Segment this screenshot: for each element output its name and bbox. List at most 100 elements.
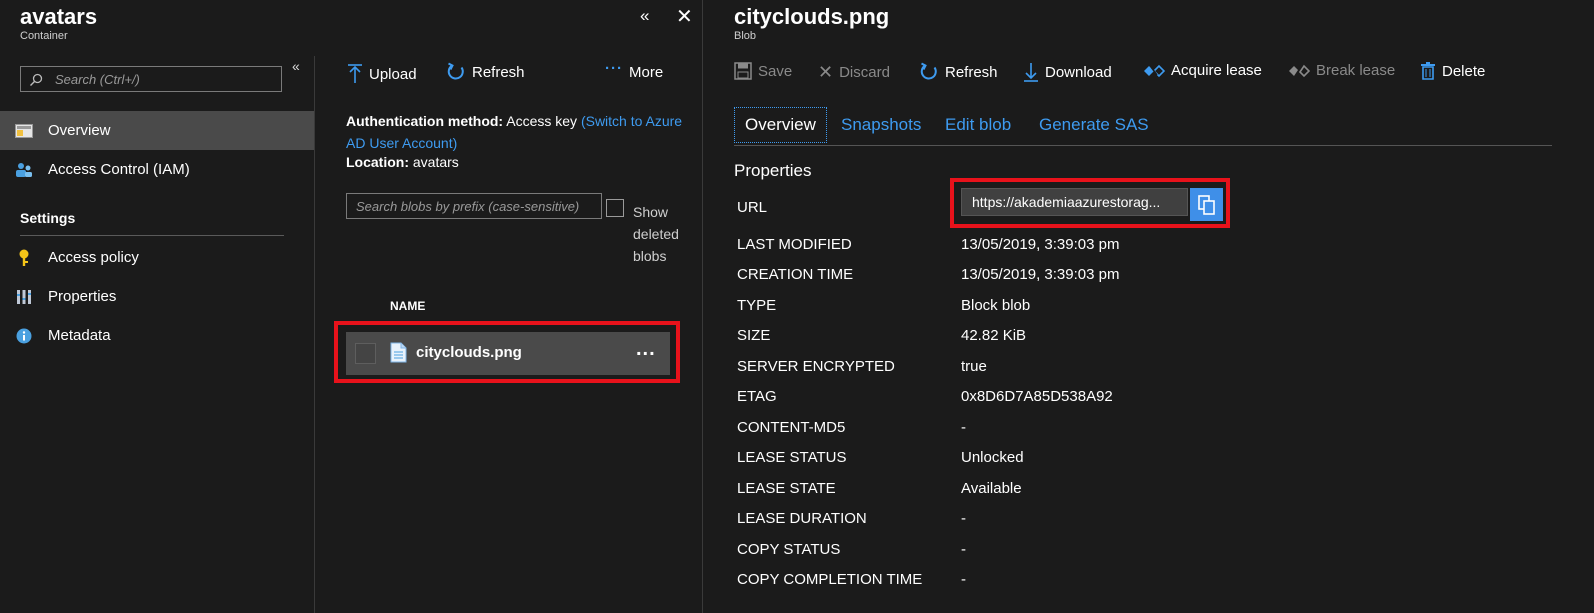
- highlight-box: [334, 321, 680, 383]
- property-value: Available: [961, 480, 1022, 497]
- refresh-label: Refresh: [945, 63, 998, 81]
- property-value: Block blob: [961, 297, 1031, 314]
- blob-tabs: Overview Snapshots Edit blob Generate SA…: [734, 107, 1552, 146]
- info-icon: [0, 328, 48, 344]
- key-icon: [0, 249, 48, 267]
- nav-item-metadata[interactable]: Metadata: [0, 316, 314, 355]
- nav-item-access-policy[interactable]: Access policy: [0, 238, 314, 277]
- highlight-box: [950, 178, 1230, 228]
- property-value: Unlocked: [961, 449, 1024, 466]
- show-deleted-label: Show deleted blobs: [633, 204, 679, 264]
- break-lease-label: Break lease: [1316, 62, 1396, 79]
- save-label: Save: [758, 62, 793, 80]
- download-icon: [1024, 63, 1038, 82]
- upload-icon: [348, 64, 362, 83]
- property-label: SERVER ENCRYPTED: [737, 358, 895, 375]
- discard-icon: ✕: [818, 62, 834, 82]
- acquire-lease-label: Acquire lease: [1171, 62, 1262, 79]
- property-value: 42.82 KiB: [961, 327, 1027, 344]
- nav-item-access-control[interactable]: Access Control (IAM): [0, 150, 314, 189]
- resource-menu: Search (Ctrl+/) « Overview Access Contro…: [0, 56, 315, 613]
- property-label: LEASE STATUS: [737, 449, 847, 466]
- property-label: COPY COMPLETION TIME: [737, 571, 923, 588]
- close-icon[interactable]: ✕: [676, 4, 693, 29]
- property-value: 13/05/2019, 3:39:03 pm: [961, 236, 1120, 253]
- property-value: -: [961, 571, 966, 588]
- blob-blade: cityclouds.png Blob Save ✕ Discard Refre…: [702, 0, 1594, 613]
- refresh-icon: [920, 62, 937, 80]
- acquire-lease-icon: [1144, 64, 1165, 77]
- refresh-button[interactable]: Refresh: [446, 62, 525, 82]
- authentication-method: Authentication method: Access key (Switc…: [346, 110, 686, 154]
- trash-icon: [1421, 62, 1435, 80]
- container-blade: avatars Container « ✕ Search (Ctrl+/) « …: [0, 0, 700, 613]
- property-label: ETAG: [737, 388, 777, 405]
- location-label: Location:: [346, 154, 409, 170]
- menu-search-placeholder: Search (Ctrl+/): [55, 72, 140, 87]
- download-label: Download: [1045, 63, 1112, 81]
- nav-item-label: Metadata: [48, 327, 111, 344]
- properties-icon: [0, 289, 48, 305]
- collapse-menu-icon[interactable]: «: [292, 58, 300, 74]
- nav-item-label: Access Control (IAM): [48, 161, 190, 178]
- properties-heading: Properties: [734, 161, 812, 180]
- blade-subtitle: Blob: [734, 30, 757, 42]
- property-label: LEASE DURATION: [737, 510, 867, 527]
- discard-button[interactable]: ✕ Discard: [818, 62, 890, 83]
- delete-label: Delete: [1442, 62, 1486, 80]
- nav-item-label: Overview: [48, 122, 111, 139]
- property-label: COPY STATUS: [737, 541, 841, 558]
- refresh-label: Refresh: [472, 63, 525, 81]
- property-value: -: [961, 419, 966, 436]
- url-label: URL: [737, 199, 768, 216]
- refresh-button[interactable]: Refresh: [919, 62, 998, 82]
- column-header-name[interactable]: NAME: [390, 299, 425, 313]
- discard-label: Discard: [839, 64, 890, 81]
- property-value: 0x8D6D7A85D538A92: [961, 388, 1113, 405]
- blob-search-placeholder: Search blobs by prefix (case-sensitive): [356, 199, 580, 214]
- property-label: CREATION TIME: [737, 266, 854, 283]
- property-label: LEASE STATE: [737, 480, 836, 497]
- property-label: LAST MODIFIED: [737, 236, 852, 253]
- download-button[interactable]: Download: [1023, 62, 1112, 82]
- overview-icon: [0, 123, 48, 138]
- break-lease-button[interactable]: Break lease: [1288, 62, 1395, 79]
- delete-button[interactable]: Delete: [1420, 62, 1485, 80]
- tab-overview[interactable]: Overview: [734, 107, 827, 143]
- property-value: -: [961, 510, 966, 527]
- property-label: SIZE: [737, 327, 771, 344]
- nav-item-overview[interactable]: Overview: [0, 111, 314, 150]
- menu-search-input[interactable]: Search (Ctrl+/): [20, 66, 282, 92]
- tab-snapshots[interactable]: Snapshots: [841, 107, 921, 143]
- auth-label: Authentication method:: [346, 113, 504, 129]
- more-label: More: [629, 64, 664, 81]
- upload-label: Upload: [369, 65, 417, 83]
- iam-icon: [0, 162, 48, 178]
- more-button[interactable]: ··· More: [605, 60, 664, 81]
- location: Location: avatars: [346, 154, 459, 170]
- break-lease-icon: [1289, 64, 1310, 77]
- refresh-icon: [447, 62, 464, 80]
- location-value: avatars: [412, 154, 459, 170]
- show-deleted-checkbox[interactable]: [606, 199, 624, 217]
- tab-generate-sas[interactable]: Generate SAS: [1039, 107, 1149, 143]
- search-icon: [30, 73, 43, 86]
- property-label: CONTENT-MD5: [737, 419, 846, 436]
- tab-edit-blob[interactable]: Edit blob: [945, 107, 1011, 143]
- blade-title: avatars: [20, 4, 98, 29]
- save-button[interactable]: Save: [734, 62, 792, 80]
- nav-item-label: Access policy: [48, 249, 139, 266]
- blade-title: cityclouds.png: [734, 4, 890, 29]
- save-icon: [734, 62, 752, 80]
- nav-item-properties[interactable]: Properties: [0, 277, 314, 316]
- property-value: 13/05/2019, 3:39:03 pm: [961, 266, 1120, 283]
- nav-item-label: Properties: [48, 288, 117, 305]
- upload-button[interactable]: Upload: [347, 64, 417, 84]
- ellipsis-icon: ···: [605, 60, 623, 77]
- auth-value: Access key: [506, 113, 578, 129]
- collapse-blade-icon[interactable]: «: [640, 6, 649, 26]
- blade-subtitle: Container: [20, 30, 68, 42]
- blob-search-input[interactable]: Search blobs by prefix (case-sensitive): [346, 193, 602, 219]
- acquire-lease-button[interactable]: Acquire lease: [1143, 62, 1262, 79]
- divider: [20, 235, 284, 236]
